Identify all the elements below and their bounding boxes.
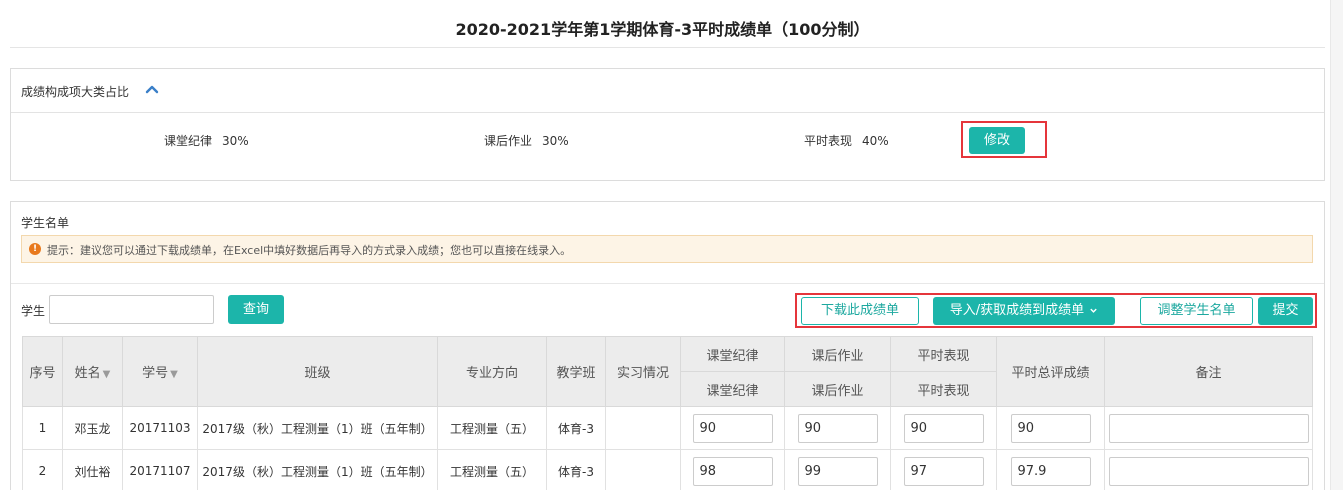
col-header-teach-class: 教学班 — [546, 336, 606, 407]
remark-input[interactable] — [1108, 456, 1309, 486]
cell-seq: 1 — [22, 406, 63, 450]
cell-seq: 2 — [22, 449, 63, 490]
cell-classroom: 90 — [680, 406, 785, 450]
score-input-total[interactable]: 90 — [1010, 413, 1091, 443]
cell-classroom: 98 — [680, 449, 785, 490]
weight-item-classroom: 课堂纪律 30% — [164, 132, 249, 149]
cell-teach-class: 体育-3 — [546, 406, 606, 450]
score-input-classroom[interactable]: 98 — [692, 456, 773, 486]
grade-table: 序号 姓名 ▼ 学号 ▼ 班级 专业方向 教学班 实习情况 课堂纪律 课后作业 平时… — [22, 336, 1313, 490]
cell-class: 2017级（秋）工程测量（1）班（五年制） — [197, 406, 438, 450]
exclamation-circle-icon: ! — [29, 243, 41, 255]
col-group-homework: 课后作业 — [784, 336, 891, 372]
notice-text: 提示：建议您可以通过下载成绩单，在Excel中填好数据后再导入的方式录入成绩；您… — [47, 244, 572, 257]
grade-weights-panel: 成绩构成项大类占比 课堂纪律 30% 课后作业 30% 平时表现 40% 修改 — [10, 68, 1325, 181]
score-input-homework[interactable]: 99 — [797, 456, 878, 486]
import-grades-dropdown[interactable]: 导入/获取成绩到成绩单 — [933, 297, 1115, 325]
weight-item-homework: 课后作业 30% — [484, 132, 569, 149]
cell-performance: 97 — [890, 449, 997, 490]
download-gradesheet-button[interactable]: 下载此成绩单 — [801, 297, 919, 325]
col-sub-homework: 课后作业 — [784, 371, 891, 407]
cell-internship — [605, 406, 681, 450]
grade-weights-title: 成绩构成项大类占比 — [21, 85, 130, 99]
col-header-remark: 备注 — [1104, 336, 1313, 407]
score-input-total[interactable]: 97.9 — [1010, 456, 1091, 486]
table-row: 2 刘仕裕 20171107 2017级（秋）工程测量（1）班（五年制） 工程测… — [22, 449, 1313, 490]
cell-id: 20171107 — [122, 449, 198, 490]
caret-down-icon[interactable]: ▼ — [103, 369, 111, 380]
weight-item-performance: 平时表现 40% — [804, 132, 889, 149]
submit-button[interactable]: 提交 — [1258, 297, 1313, 325]
col-header-name[interactable]: 姓名 ▼ — [62, 336, 123, 407]
col-sub-performance: 平时表现 — [890, 371, 997, 407]
toolbar-divider — [11, 283, 1324, 284]
col-header-internship: 实习情况 — [605, 336, 681, 407]
weight-value: 40% — [862, 134, 889, 148]
cell-name: 刘仕裕 — [62, 449, 123, 490]
cell-total: 97.9 — [996, 449, 1105, 490]
col-group-classroom: 课堂纪律 — [680, 336, 785, 372]
grade-weights-header[interactable]: 成绩构成项大类占比 — [11, 69, 1324, 113]
cell-class: 2017级（秋）工程测量（1）班（五年制） — [197, 449, 438, 490]
col-group-performance: 平时表现 — [890, 336, 997, 372]
student-list-title: 学生名单 — [21, 216, 70, 230]
col-header-name-label: 姓名 — [74, 366, 101, 381]
col-header-id[interactable]: 学号 ▼ — [122, 336, 198, 407]
cell-performance: 90 — [890, 406, 997, 450]
adjust-student-list-button[interactable]: 调整学生名单 — [1140, 297, 1253, 325]
cell-major: 工程测量（五） — [437, 449, 547, 490]
col-header-class: 班级 — [197, 336, 438, 407]
query-button[interactable]: 查询 — [228, 295, 284, 324]
chevron-up-icon[interactable] — [144, 81, 160, 97]
student-search-label: 学生 — [21, 304, 46, 318]
cell-remark — [1104, 406, 1313, 450]
remark-input[interactable] — [1108, 413, 1309, 443]
cell-major: 工程测量（五） — [437, 406, 547, 450]
weight-label: 课堂纪律 — [164, 134, 213, 148]
cell-total: 90 — [996, 406, 1105, 450]
cell-id: 20171103 — [122, 406, 198, 450]
cell-homework: 99 — [784, 449, 891, 490]
caret-down-icon[interactable]: ▼ — [170, 369, 178, 380]
chevron-down-icon — [1090, 308, 1097, 313]
weight-value: 30% — [542, 134, 569, 148]
student-list-panel: 学生名单 ! 提示：建议您可以通过下载成绩单，在Excel中填好数据后再导入的方… — [10, 201, 1325, 490]
cell-homework: 90 — [784, 406, 891, 450]
actions-highlight: 下载此成绩单 导入/获取成绩到成绩单 调整学生名单 提交 — [795, 293, 1317, 328]
col-header-seq: 序号 — [22, 336, 63, 407]
score-input-classroom[interactable]: 90 — [692, 413, 773, 443]
page-title: 2020-2021学年第1学期体育-3平时成绩单（100分制） — [455, 20, 870, 39]
cell-name: 邓玉龙 — [62, 406, 123, 450]
col-header-major: 专业方向 — [437, 336, 547, 407]
score-input-homework[interactable]: 90 — [797, 413, 878, 443]
modify-highlight: 修改 — [961, 121, 1047, 158]
vertical-scrollbar[interactable] — [1330, 0, 1343, 490]
weight-label: 课后作业 — [484, 134, 533, 148]
title-divider — [10, 47, 1325, 48]
cell-internship — [605, 449, 681, 490]
weight-label: 平时表现 — [804, 134, 853, 148]
col-header-total: 平时总评成绩 — [996, 336, 1105, 407]
col-header-id-label: 学号 — [142, 366, 169, 381]
weight-value: 30% — [222, 134, 249, 148]
score-input-performance[interactable]: 90 — [903, 413, 984, 443]
cell-teach-class: 体育-3 — [546, 449, 606, 490]
notice-banner: ! 提示：建议您可以通过下载成绩单，在Excel中填好数据后再导入的方式录入成绩… — [21, 235, 1313, 263]
cell-remark — [1104, 449, 1313, 490]
table-row: 1 邓玉龙 20171103 2017级（秋）工程测量（1）班（五年制） 工程测… — [22, 406, 1313, 450]
student-search-input[interactable] — [49, 295, 214, 324]
modify-button[interactable]: 修改 — [969, 127, 1025, 154]
col-sub-classroom: 课堂纪律 — [680, 371, 785, 407]
import-grades-label: 导入/获取成绩到成绩单 — [949, 303, 1085, 318]
score-input-performance[interactable]: 97 — [903, 456, 984, 486]
